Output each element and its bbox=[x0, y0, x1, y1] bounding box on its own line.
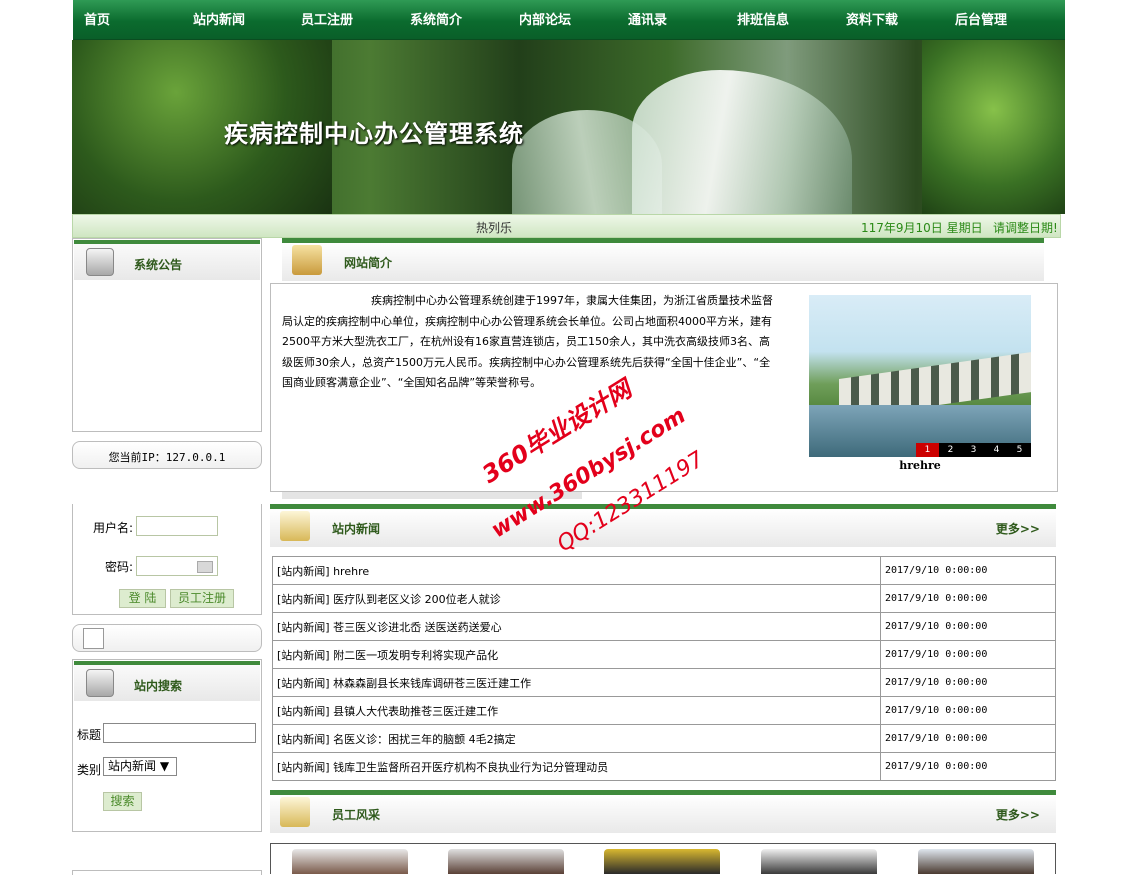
marquee-bar: 热列乐 117年9月10日 星期日 请调整日期! bbox=[72, 214, 1061, 238]
news-row-title[interactable]: [站内新闻] 名医义诊：困扰三年的脑颤 4毛2搞定 bbox=[272, 724, 881, 753]
news-row-date: 2017/9/10 0:00:00 bbox=[880, 640, 1056, 669]
slide-caption: hrehre bbox=[899, 459, 941, 472]
banner-foliage-right bbox=[922, 40, 1065, 214]
intro-text: 疾病控制中心办公管理系统创建于1997年，隶属大佳集团，为浙江省质量技术监督局认… bbox=[282, 294, 773, 389]
top-nav: 首页 站内新闻 员工注册 系统简介 内部论坛 通讯录 排班信息 资料下载 后台管… bbox=[73, 0, 1065, 40]
search-type-select[interactable]: 站内新闻 ▼ bbox=[103, 757, 177, 776]
nav-forum[interactable]: 内部论坛 bbox=[519, 9, 571, 28]
table-row[interactable]: [站内新闻] 附二医一项发明专利将实现产品化 2017/9/10 0:00:00 bbox=[272, 640, 1056, 669]
news-row-title[interactable]: [站内新闻] 林森森副县长来钱库调研苍三医迁建工作 bbox=[272, 668, 881, 697]
register-button[interactable]: 员工注册 bbox=[170, 589, 234, 608]
document-icon bbox=[292, 245, 322, 275]
staff-more-link[interactable]: 更多>> bbox=[996, 806, 1040, 823]
nav-register[interactable]: 员工注册 bbox=[301, 9, 353, 28]
notice-header: 系统公告 bbox=[74, 240, 260, 280]
intro-text-block: 疾病控制中心办公管理系统创建于1997年，隶属大佳集团，为浙江省质量技术监督局认… bbox=[282, 291, 777, 394]
site-title: 疾病控制中心办公管理系统 bbox=[224, 119, 524, 148]
table-row[interactable]: [站内新闻] 县镇人大代表助推苍三医迁建工作 2017/9/10 0:00:00 bbox=[272, 696, 1056, 725]
table-row[interactable]: [站内新闻] hrehre 2017/9/10 0:00:00 bbox=[272, 556, 1056, 585]
table-row[interactable]: [站内新闻] 钱库卫生监督所召开医疗机构不良执业行为记分管理动员 2017/9/1… bbox=[272, 752, 1056, 781]
news-table: [站内新闻] hrehre 2017/9/10 0:00:00 [站内新闻] 医疗… bbox=[272, 556, 1056, 781]
news-more-link[interactable]: 更多>> bbox=[996, 520, 1040, 537]
misc-panel bbox=[72, 624, 262, 652]
banner-waterfall bbox=[632, 70, 852, 214]
username-label: 用户名: bbox=[93, 521, 134, 535]
slide-page-5[interactable]: 5 bbox=[1008, 443, 1031, 457]
nav-downloads[interactable]: 资料下载 bbox=[846, 9, 898, 28]
news-row-date: 2017/9/10 0:00:00 bbox=[880, 556, 1056, 585]
slide-page-4[interactable]: 4 bbox=[985, 443, 1008, 457]
news-row-date: 2017/9/10 0:00:00 bbox=[880, 724, 1056, 753]
search-title-label: 标题 bbox=[77, 728, 102, 742]
date-text: 117年9月10日 星期日 bbox=[861, 221, 983, 235]
nav-home[interactable]: 首页 bbox=[84, 9, 110, 28]
news-row-title[interactable]: [站内新闻] hrehre bbox=[272, 556, 881, 585]
table-row[interactable]: [站内新闻] 林森森副县长来钱库调研苍三医迁建工作 2017/9/10 0:00:… bbox=[272, 668, 1056, 697]
news-row-date: 2017/9/10 0:00:00 bbox=[880, 668, 1056, 697]
staff-photo[interactable] bbox=[448, 849, 564, 874]
banner: 疾病控制中心办公管理系统 bbox=[72, 40, 1065, 214]
table-row[interactable]: [站内新闻] 名医义诊：困扰三年的脑颤 4毛2搞定 2017/9/10 0:00:… bbox=[272, 724, 1056, 753]
news-row-title[interactable]: [站内新闻] 附二医一项发明专利将实现产品化 bbox=[272, 640, 881, 669]
search-button[interactable]: 搜索 bbox=[103, 792, 142, 811]
nav-admin[interactable]: 后台管理 bbox=[955, 9, 1007, 28]
news-row-title[interactable]: [站内新闻] 钱库卫生监督所召开医疗机构不良执业行为记分管理动员 bbox=[272, 752, 881, 781]
nav-news[interactable]: 站内新闻 bbox=[193, 9, 245, 28]
search-header: 站内搜索 bbox=[74, 661, 260, 701]
slide-pager: 1 2 3 4 5 bbox=[916, 443, 1031, 457]
news-row-date: 2017/9/10 0:00:00 bbox=[880, 752, 1056, 781]
intro-title: 网站简介 bbox=[344, 256, 393, 270]
news-header: 站内新闻 更多>> bbox=[270, 504, 1056, 547]
marquee-text: 热列乐 bbox=[476, 221, 513, 235]
keyboard-icon[interactable] bbox=[197, 561, 213, 573]
staff-header: 员工风采 更多>> bbox=[270, 790, 1056, 833]
password-label: 密码: bbox=[105, 560, 134, 574]
news-row-title[interactable]: [站内新闻] 医疗队到老区义诊 200位老人就诊 bbox=[272, 584, 881, 613]
ip-panel: 您当前IP：127.0.0.1 bbox=[72, 441, 262, 469]
username-input[interactable] bbox=[136, 516, 218, 536]
nav-intro[interactable]: 系统简介 bbox=[410, 9, 462, 28]
image-slideshow[interactable]: 1 2 3 4 5 bbox=[809, 295, 1031, 457]
login-button[interactable]: 登 陆 bbox=[119, 589, 166, 608]
bottom-panel bbox=[72, 870, 262, 875]
ip-text: 您当前IP：127.0.0.1 bbox=[108, 451, 226, 464]
news-row-date: 2017/9/10 0:00:00 bbox=[880, 696, 1056, 725]
news-row-date: 2017/9/10 0:00:00 bbox=[880, 584, 1056, 613]
staff-photo[interactable] bbox=[918, 849, 1034, 874]
checkbox-icon[interactable] bbox=[83, 628, 104, 649]
staff-title: 员工风采 bbox=[332, 808, 381, 822]
slide-page-2[interactable]: 2 bbox=[939, 443, 962, 457]
book-icon bbox=[280, 797, 310, 827]
news-row-title[interactable]: [站内新闻] 苍三医义诊进北岙 送医送药送爱心 bbox=[272, 612, 881, 641]
table-row[interactable]: [站内新闻] 苍三医义诊进北岙 送医送药送爱心 2017/9/10 0:00:00 bbox=[272, 612, 1056, 641]
search-title-input[interactable] bbox=[103, 723, 256, 743]
slide-page-1[interactable]: 1 bbox=[916, 443, 939, 457]
search-title: 站内搜索 bbox=[134, 679, 183, 693]
staff-photo[interactable] bbox=[292, 849, 408, 874]
nav-schedule[interactable]: 排班信息 bbox=[737, 9, 789, 28]
intro-header: 网站简介 bbox=[282, 238, 1044, 281]
staff-photo[interactable] bbox=[604, 849, 720, 874]
book-icon bbox=[280, 511, 310, 541]
notice-title: 系统公告 bbox=[134, 258, 183, 272]
staff-photo[interactable] bbox=[761, 849, 877, 874]
news-title: 站内新闻 bbox=[332, 522, 381, 536]
news-row-title[interactable]: [站内新闻] 县镇人大代表助推苍三医迁建工作 bbox=[272, 696, 881, 725]
speaker-icon bbox=[86, 669, 114, 697]
table-row[interactable]: [站内新闻] 医疗队到老区义诊 200位老人就诊 2017/9/10 0:00:0… bbox=[272, 584, 1056, 613]
search-type-label: 类别 bbox=[77, 763, 102, 777]
nav-contacts[interactable]: 通讯录 bbox=[628, 9, 667, 28]
date-warning: 请调整日期! bbox=[993, 221, 1058, 235]
speaker-icon bbox=[86, 248, 114, 276]
news-row-date: 2017/9/10 0:00:00 bbox=[880, 612, 1056, 641]
slide-page-3[interactable]: 3 bbox=[962, 443, 985, 457]
